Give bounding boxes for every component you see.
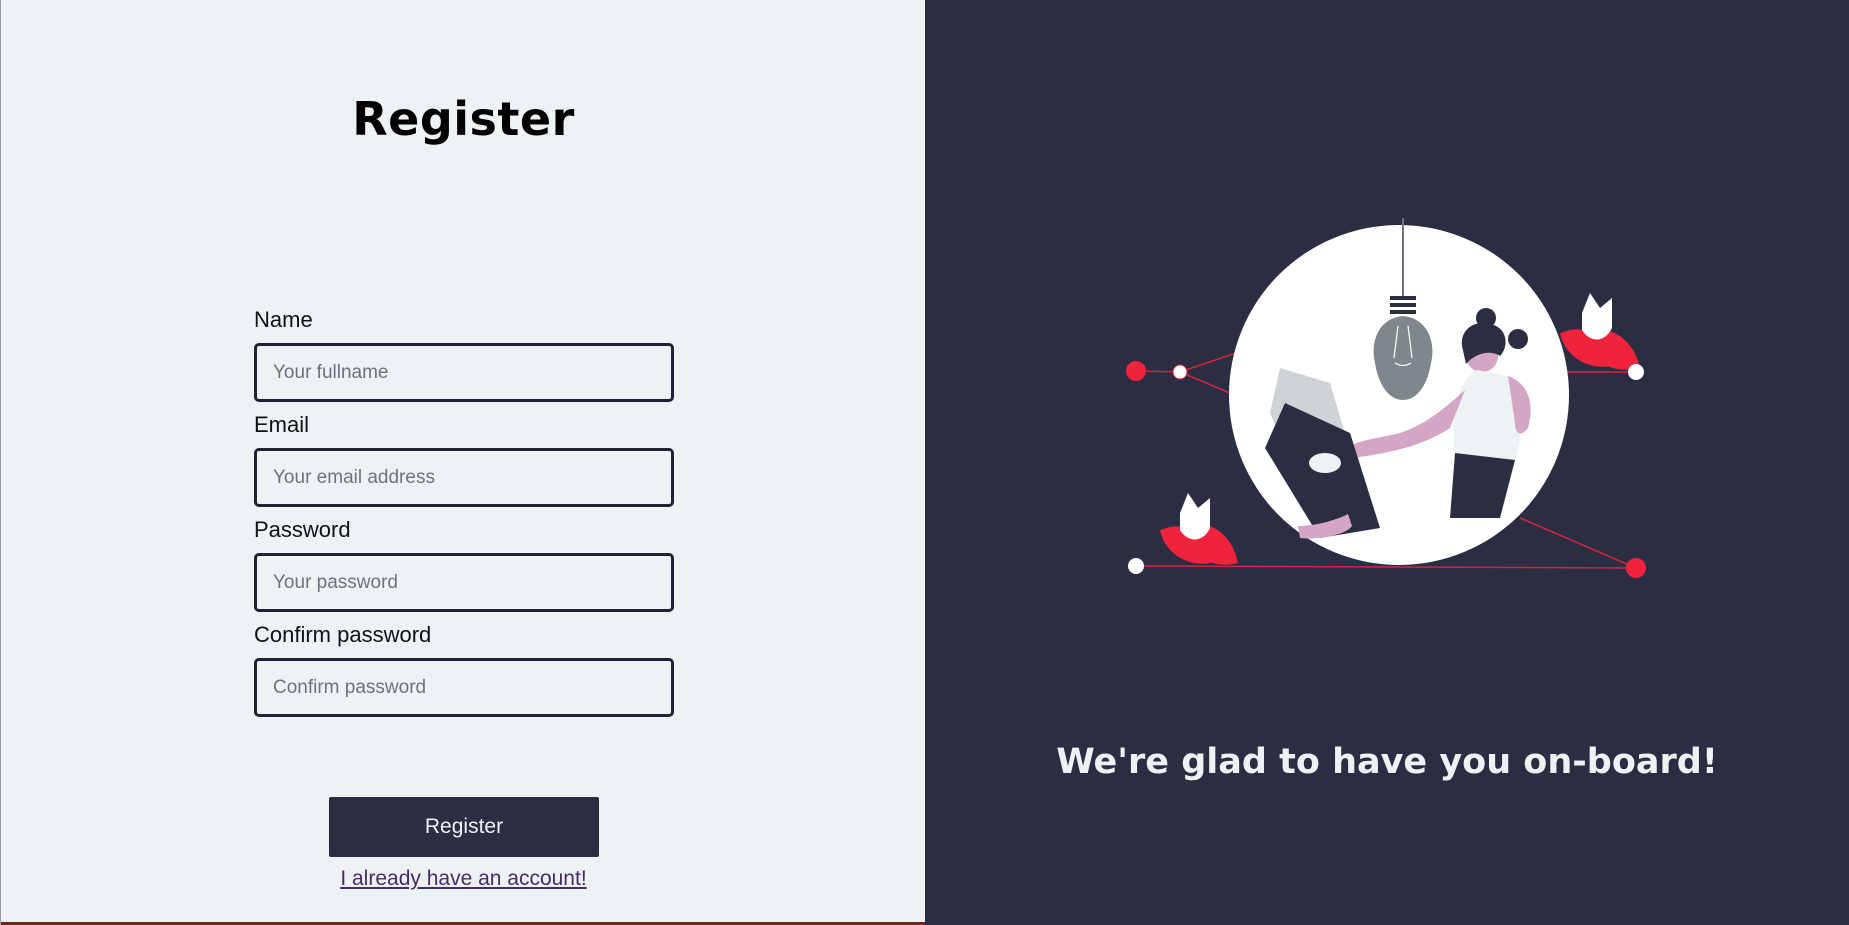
password-input[interactable] bbox=[254, 553, 674, 612]
white-node-dot bbox=[1628, 364, 1644, 380]
white-node-dot bbox=[1172, 364, 1188, 380]
page-title: Register bbox=[352, 92, 575, 146]
password-label: Password bbox=[254, 517, 351, 542]
name-label: Name bbox=[254, 307, 313, 332]
email-input[interactable] bbox=[254, 448, 674, 507]
login-link[interactable]: I already have an account! bbox=[1, 867, 926, 891]
confirm-password-input[interactable] bbox=[254, 658, 674, 717]
white-node-dot bbox=[1128, 558, 1144, 574]
red-node-dot bbox=[1626, 558, 1646, 578]
email-label: Email bbox=[254, 412, 310, 437]
red-node-dot bbox=[1126, 361, 1146, 381]
confirm-password-label: Confirm password bbox=[254, 622, 432, 647]
register-panel: Register Name Email Password Confirm pas… bbox=[0, 0, 926, 925]
name-input[interactable] bbox=[254, 343, 674, 402]
woman-reading-book-illustration bbox=[1126, 218, 1646, 578]
lotus-flower-icon bbox=[1160, 493, 1238, 565]
register-button[interactable]: Register bbox=[329, 797, 599, 857]
lotus-flower-icon bbox=[1560, 293, 1640, 370]
welcome-tagline: We're glad to have you on-board! bbox=[1056, 742, 1718, 782]
